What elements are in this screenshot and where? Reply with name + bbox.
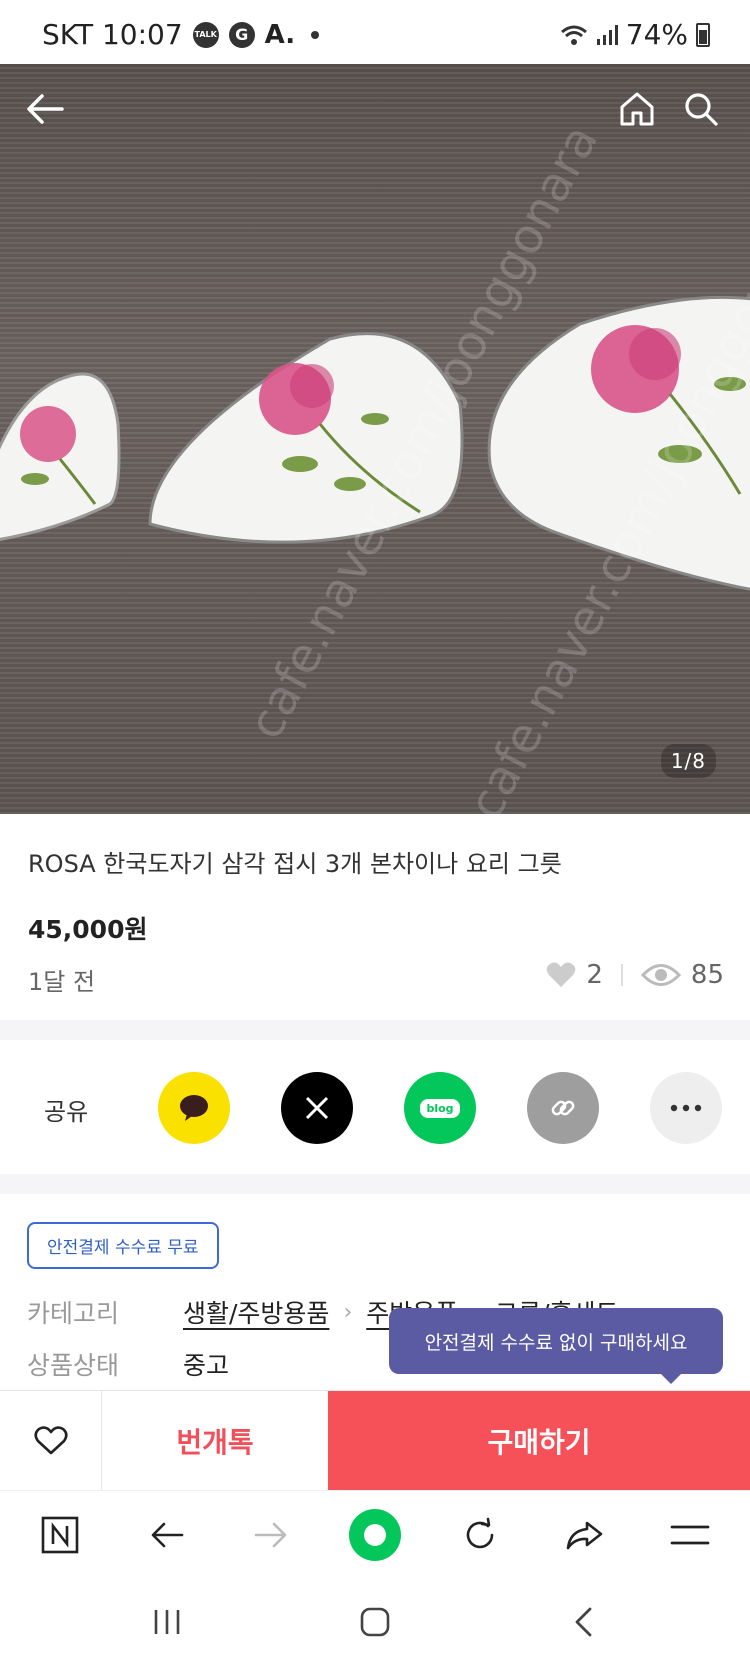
kakaotalk-icon: TALK bbox=[192, 21, 219, 48]
signal-icon bbox=[596, 24, 618, 45]
arrow-left-icon bbox=[151, 1522, 184, 1548]
top-nav bbox=[0, 64, 750, 154]
carrier-time: SKT 10:07 bbox=[42, 18, 183, 51]
posted-time: 1달 전 bbox=[28, 968, 96, 996]
wifi-icon bbox=[560, 25, 587, 45]
system-back-button[interactable] bbox=[553, 1600, 613, 1644]
reload-icon bbox=[466, 1517, 494, 1549]
blog-icon: blog bbox=[420, 1098, 460, 1118]
system-home-button[interactable] bbox=[345, 1600, 405, 1644]
browser-forward-button[interactable] bbox=[241, 1505, 301, 1565]
status-right: 74% bbox=[560, 18, 710, 51]
share-kakao-button[interactable] bbox=[158, 1072, 230, 1144]
product-info: ROSA 한국도자기 삼각 접시 3개 본차이나 요리 그릇 45,000원 1… bbox=[0, 814, 750, 1020]
chat-button[interactable]: 번개톡 bbox=[102, 1391, 328, 1491]
browser-toolbar bbox=[0, 1490, 750, 1578]
search-button[interactable] bbox=[676, 84, 726, 134]
condition-label: 상품상태 bbox=[27, 1351, 120, 1380]
share-arrow-icon bbox=[566, 1521, 603, 1550]
product-stats: 2 85 bbox=[546, 960, 724, 990]
hamburger-menu-icon bbox=[670, 1525, 710, 1545]
chevron-right-icon: › bbox=[343, 1299, 353, 1325]
reload-button[interactable] bbox=[450, 1505, 510, 1565]
buy-button[interactable]: 구매하기 bbox=[328, 1391, 750, 1491]
image-counter: 1/8 bbox=[660, 744, 716, 778]
x-logo-icon bbox=[305, 1096, 329, 1120]
green-dot-button[interactable] bbox=[345, 1505, 405, 1565]
like-count: 2 bbox=[586, 960, 603, 990]
home-square-icon bbox=[360, 1607, 390, 1637]
notification-dot-icon bbox=[311, 30, 320, 39]
status-left: SKT 10:07 TALK G A. bbox=[42, 18, 320, 51]
a-icon: A. bbox=[264, 19, 296, 50]
green-dot-icon bbox=[349, 1509, 401, 1561]
share-label: 공유 bbox=[44, 1098, 89, 1126]
category-link-1[interactable]: 생활/주방용품 bbox=[183, 1294, 329, 1330]
category-label: 카테고리 bbox=[27, 1299, 120, 1328]
condition-row: 상품상태 중고 bbox=[27, 1346, 229, 1382]
search-icon bbox=[685, 93, 718, 126]
link-icon bbox=[551, 1100, 575, 1116]
like-button[interactable] bbox=[0, 1391, 102, 1491]
naver-home-button[interactable] bbox=[30, 1505, 90, 1565]
browser-back-button[interactable] bbox=[137, 1505, 197, 1565]
browser-menu-button[interactable] bbox=[660, 1505, 720, 1565]
section-divider bbox=[0, 1174, 750, 1194]
battery-icon bbox=[696, 22, 710, 47]
g-icon: G bbox=[228, 21, 255, 48]
home-button[interactable] bbox=[612, 84, 662, 134]
product-title: ROSA 한국도자기 삼각 접시 3개 본차이나 요리 그릇 bbox=[28, 850, 562, 878]
arrow-right-icon bbox=[254, 1522, 287, 1548]
share-more-button[interactable] bbox=[650, 1072, 722, 1144]
share-link-button[interactable] bbox=[527, 1072, 599, 1144]
share-blog-button[interactable]: blog bbox=[404, 1072, 476, 1144]
heart-filled-icon bbox=[547, 962, 576, 987]
share-x-button[interactable] bbox=[281, 1072, 353, 1144]
eye-icon bbox=[640, 964, 681, 986]
recent-apps-button[interactable] bbox=[137, 1600, 197, 1644]
plates-illustration bbox=[0, 295, 750, 591]
more-dots-icon bbox=[670, 1104, 702, 1112]
home-icon bbox=[620, 92, 654, 126]
naver-n-icon bbox=[41, 1516, 79, 1554]
condition-value: 중고 bbox=[183, 1351, 230, 1380]
product-image[interactable]: cafe.naver.com/joonggonara cafe.naver.co… bbox=[0, 64, 750, 814]
action-bar: 번개톡 구매하기 bbox=[0, 1390, 750, 1491]
system-nav-bar bbox=[0, 1578, 750, 1667]
kakao-chat-icon bbox=[180, 1095, 208, 1121]
battery-percent: 74% bbox=[625, 18, 688, 51]
share-row: 공유 blog bbox=[0, 1040, 750, 1174]
arrow-left-icon bbox=[27, 94, 64, 124]
recent-apps-icon bbox=[154, 1610, 180, 1634]
view-count: 85 bbox=[690, 960, 724, 990]
safe-payment-tooltip[interactable]: 안전결제 수수료 없이 구매하세요 bbox=[389, 1308, 723, 1384]
status-bar: SKT 10:07 TALK G A. 74% bbox=[0, 0, 750, 64]
heart-outline-icon bbox=[33, 1426, 68, 1455]
product-price: 45,000원 bbox=[28, 915, 148, 944]
chevron-left-icon bbox=[575, 1607, 592, 1637]
back-button[interactable] bbox=[20, 84, 70, 134]
share-page-button[interactable] bbox=[554, 1505, 614, 1565]
safe-payment-badge: 안전결제 수수료 무료 bbox=[27, 1222, 219, 1269]
stats-divider bbox=[620, 964, 623, 986]
section-divider bbox=[0, 1020, 750, 1040]
